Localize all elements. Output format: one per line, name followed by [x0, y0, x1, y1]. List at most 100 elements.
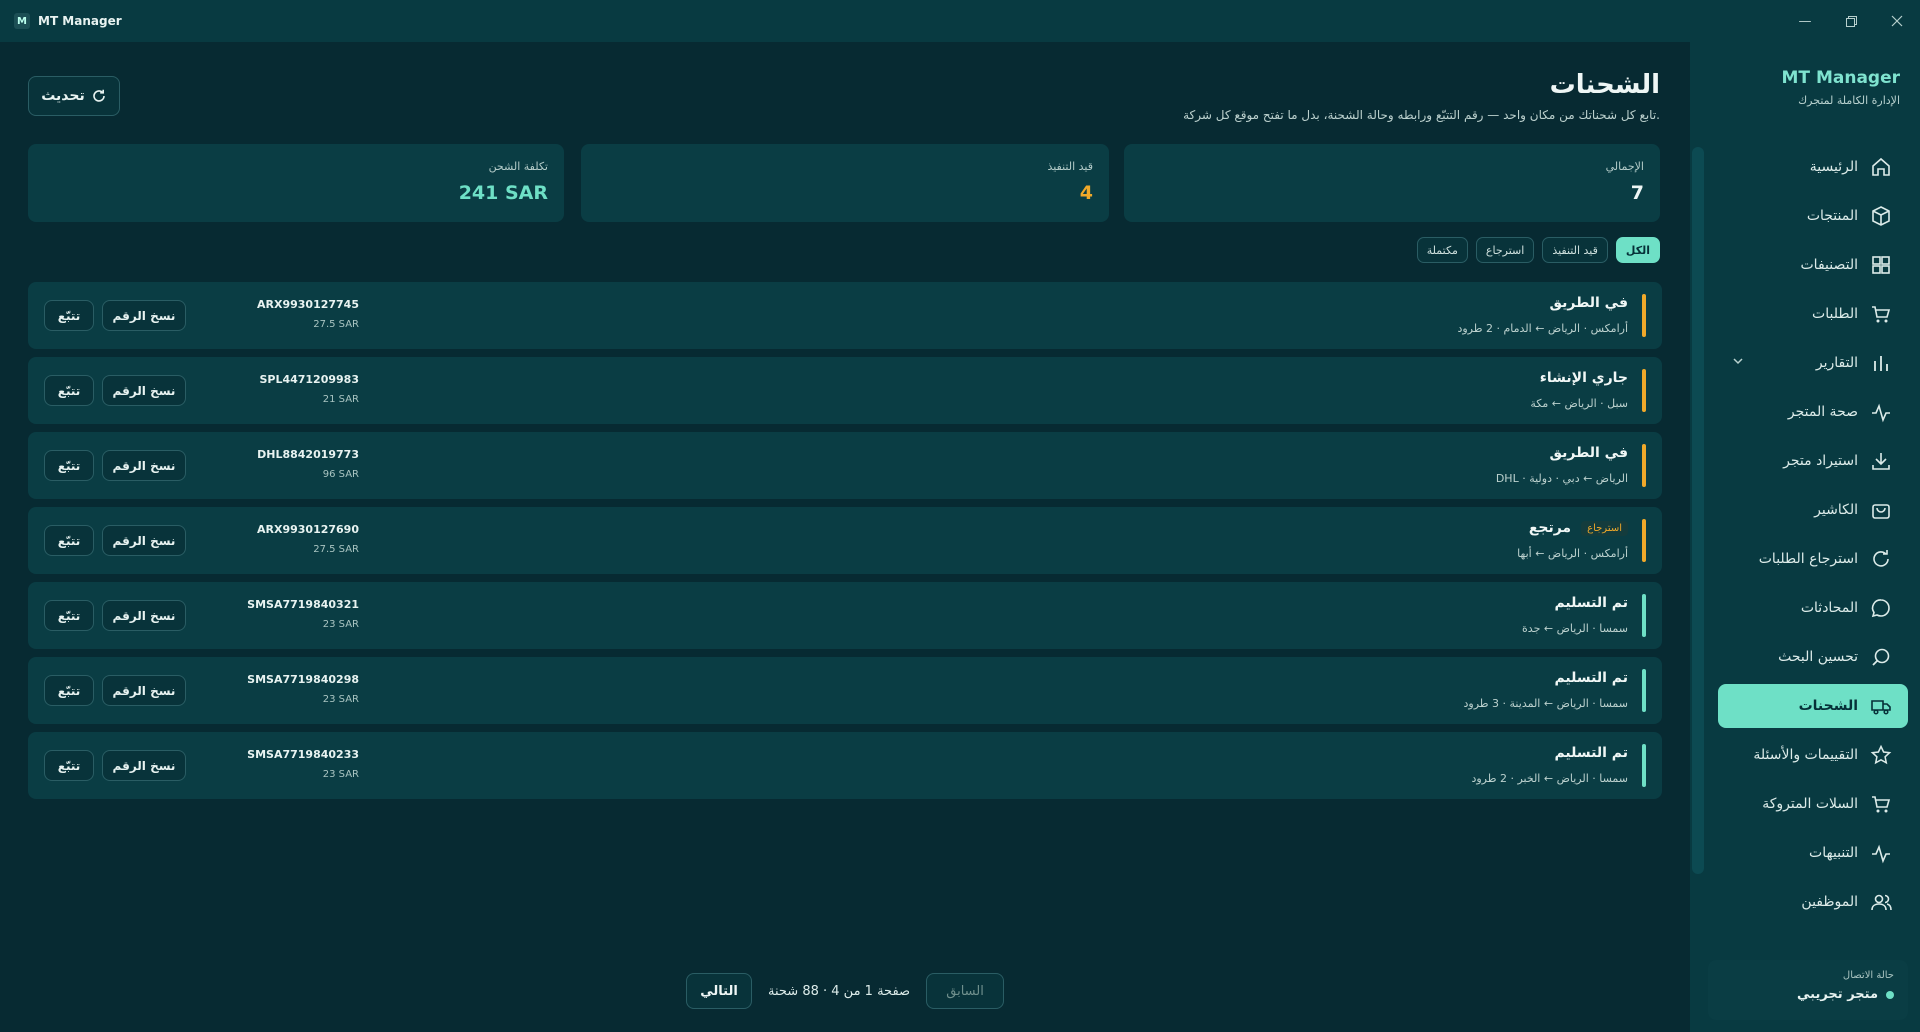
track-button[interactable]: تتبّع [44, 675, 94, 706]
shipment-route: سمسا · الرياض ← جدة [1522, 622, 1628, 635]
star-icon [1870, 744, 1892, 766]
status-indicator [1642, 519, 1646, 562]
sidebar-item-download[interactable]: استيراد متجر [1718, 439, 1908, 483]
shipment-route: أرامكس · الرياض ← أبها [1517, 547, 1628, 560]
sidebar-item-label: الرئيسية [1809, 159, 1858, 175]
restore-icon[interactable] [1828, 0, 1874, 42]
copy-number-button[interactable]: نسخ الرقم [102, 450, 186, 481]
copy-number-button[interactable]: نسخ الرقم [102, 375, 186, 406]
copy-number-button[interactable]: نسخ الرقم [102, 300, 186, 331]
tracking-number: SMSA7719840321 [247, 598, 359, 611]
window-title: MT Manager [38, 14, 122, 28]
search-icon [1870, 646, 1892, 668]
sidebar-item-pulse[interactable]: التنبيهات [1718, 831, 1908, 875]
copy-number-button[interactable]: نسخ الرقم [102, 675, 186, 706]
sidebar-item-search[interactable]: تحسين البحث [1718, 635, 1908, 679]
prev-page-button[interactable]: السابق [926, 973, 1005, 1009]
stat-value: 7 [1630, 182, 1644, 204]
status-text: في الطريق [1549, 295, 1628, 311]
connection-label: حالة الاتصال [1842, 970, 1894, 981]
bag-icon [1870, 499, 1892, 521]
stat-card-shipping-cost: تكلفة الشحن 241 SAR [28, 144, 564, 222]
filter-chip[interactable]: قيد التنفيذ [1542, 237, 1608, 263]
shipment-row: جاري الإنشاء سبل · الرياض ← مكة SPL4471209… [28, 357, 1662, 424]
status-indicator [1642, 669, 1646, 712]
status-text: تم التسليم [1554, 670, 1628, 686]
refresh-button[interactable]: تحديث [28, 76, 120, 116]
pagination: التالي صفحة 1 من 4 · 88 شحنة السابق [686, 973, 1005, 1009]
shipment-cost: 96 SAR [322, 469, 359, 480]
shipment-row: تم التسليم سمسا · الرياض ← جدة SMSA7719840… [28, 582, 1662, 649]
copy-number-button[interactable]: نسخ الرقم [102, 750, 186, 781]
stat-value: 4 [1079, 182, 1093, 204]
sidebar-item-cart[interactable]: الطلبات [1718, 292, 1908, 336]
track-button[interactable]: تتبّع [44, 300, 94, 331]
sidebar-item-label: التقييمات والأسئلة [1753, 747, 1858, 763]
shipment-status: تم التسليم [1554, 745, 1628, 761]
refresh-label: تحديث [41, 88, 85, 104]
sidebar-item-grid[interactable]: التصنيفات [1718, 243, 1908, 287]
pulse-icon [1870, 401, 1892, 423]
main-scrollbar[interactable] [1692, 147, 1704, 874]
sidebar-item-label: استرجاع الطلبات [1758, 551, 1858, 567]
chart-icon [1870, 352, 1892, 374]
next-page-button[interactable]: التالي [686, 973, 752, 1009]
tracking-number: SMSA7719840298 [247, 673, 359, 686]
tracking-number: ARX9930127745 [256, 298, 359, 311]
truck-icon [1870, 695, 1892, 717]
sidebar-item-box[interactable]: المنتجات [1718, 194, 1908, 238]
shipment-row: تم التسليم سمسا · الرياض ← المدينة · 3 طر… [28, 657, 1662, 724]
sidebar-item-cart[interactable]: السلات المتروكة [1718, 782, 1908, 826]
app-logo-icon: M [14, 13, 30, 29]
status-text: في الطريق [1549, 445, 1628, 461]
sidebar-item-chat[interactable]: المحادثات [1718, 586, 1908, 630]
shipment-cost: 23 SAR [322, 619, 359, 630]
filter-chip[interactable]: مكتملة [1416, 237, 1468, 263]
sidebar-item-label: المنتجات [1806, 208, 1858, 224]
close-icon[interactable] [1874, 0, 1920, 42]
filter-chip[interactable]: استرجاع [1475, 237, 1535, 263]
filter-chip[interactable]: الكل [1615, 237, 1660, 263]
shipment-route: سبل · الرياض ← مكة [1530, 397, 1628, 410]
shipment-route: DHL · الرياض ← دبي · دولية [1495, 472, 1628, 485]
sidebar-item-label: الطلبات [1812, 306, 1858, 322]
sidebar-item-label: الكاشير [1814, 502, 1858, 518]
track-button[interactable]: تتبّع [44, 600, 94, 631]
sidebar-item-chart[interactable]: التقارير [1718, 341, 1908, 385]
grid-icon [1870, 254, 1892, 276]
sidebar-item-pulse[interactable]: صحة المتجر [1718, 390, 1908, 434]
track-button[interactable]: تتبّع [44, 525, 94, 556]
chat-icon [1870, 597, 1892, 619]
sidebar-item-users[interactable]: الموظفين [1718, 880, 1908, 924]
copy-number-button[interactable]: نسخ الرقم [102, 525, 186, 556]
window-controls: — [1782, 0, 1920, 42]
status-text: جاري الإنشاء [1539, 370, 1628, 386]
sidebar-item-truck[interactable]: الشحنات [1718, 684, 1908, 728]
track-button[interactable]: تتبّع [44, 375, 94, 406]
shipment-route: سمسا · الرياض ← الخبر · 2 طرود [1471, 772, 1628, 785]
copy-number-button[interactable]: نسخ الرقم [102, 600, 186, 631]
refresh-icon [1870, 548, 1892, 570]
status-dot-icon [1886, 990, 1894, 999]
sidebar-item-home[interactable]: الرئيسية [1718, 145, 1908, 189]
filter-chips: الكل قيد التنفيذ استرجاع مكتملة [1409, 237, 1660, 263]
sidebar-item-label: السلات المتروكة [1762, 796, 1858, 812]
minimize-icon[interactable]: — [1782, 0, 1828, 42]
page-info: صفحة 1 من 4 · 88 شحنة [768, 983, 911, 999]
track-button[interactable]: تتبّع [44, 750, 94, 781]
shipment-route: أرامكس · الرياض ← الدمام · 2 طرود [1457, 322, 1628, 335]
status-text: مرتجع [1528, 520, 1572, 536]
shipment-row: في الطريق DHL · الرياض ← دبي · دولية DHL88… [28, 432, 1662, 499]
sidebar-item-bag[interactable]: الكاشير [1718, 488, 1908, 532]
chevron-down-icon[interactable] [1732, 355, 1744, 371]
sidebar-item-star[interactable]: التقييمات والأسئلة [1718, 733, 1908, 777]
pulse-icon [1870, 842, 1892, 864]
shipment-cost: 23 SAR [322, 769, 359, 780]
shipment-status: جاري الإنشاء [1540, 370, 1628, 386]
sidebar-item-label: الموظفين [1801, 894, 1858, 910]
sidebar-item-refresh[interactable]: استرجاع الطلبات [1718, 537, 1908, 581]
track-button[interactable]: تتبّع [44, 450, 94, 481]
status-indicator [1642, 594, 1646, 637]
main-content: تحديث الشحنات تابع كل شحناتك من مكان واح… [0, 42, 1690, 1032]
sidebar-item-label: المحادثات [1800, 600, 1858, 616]
